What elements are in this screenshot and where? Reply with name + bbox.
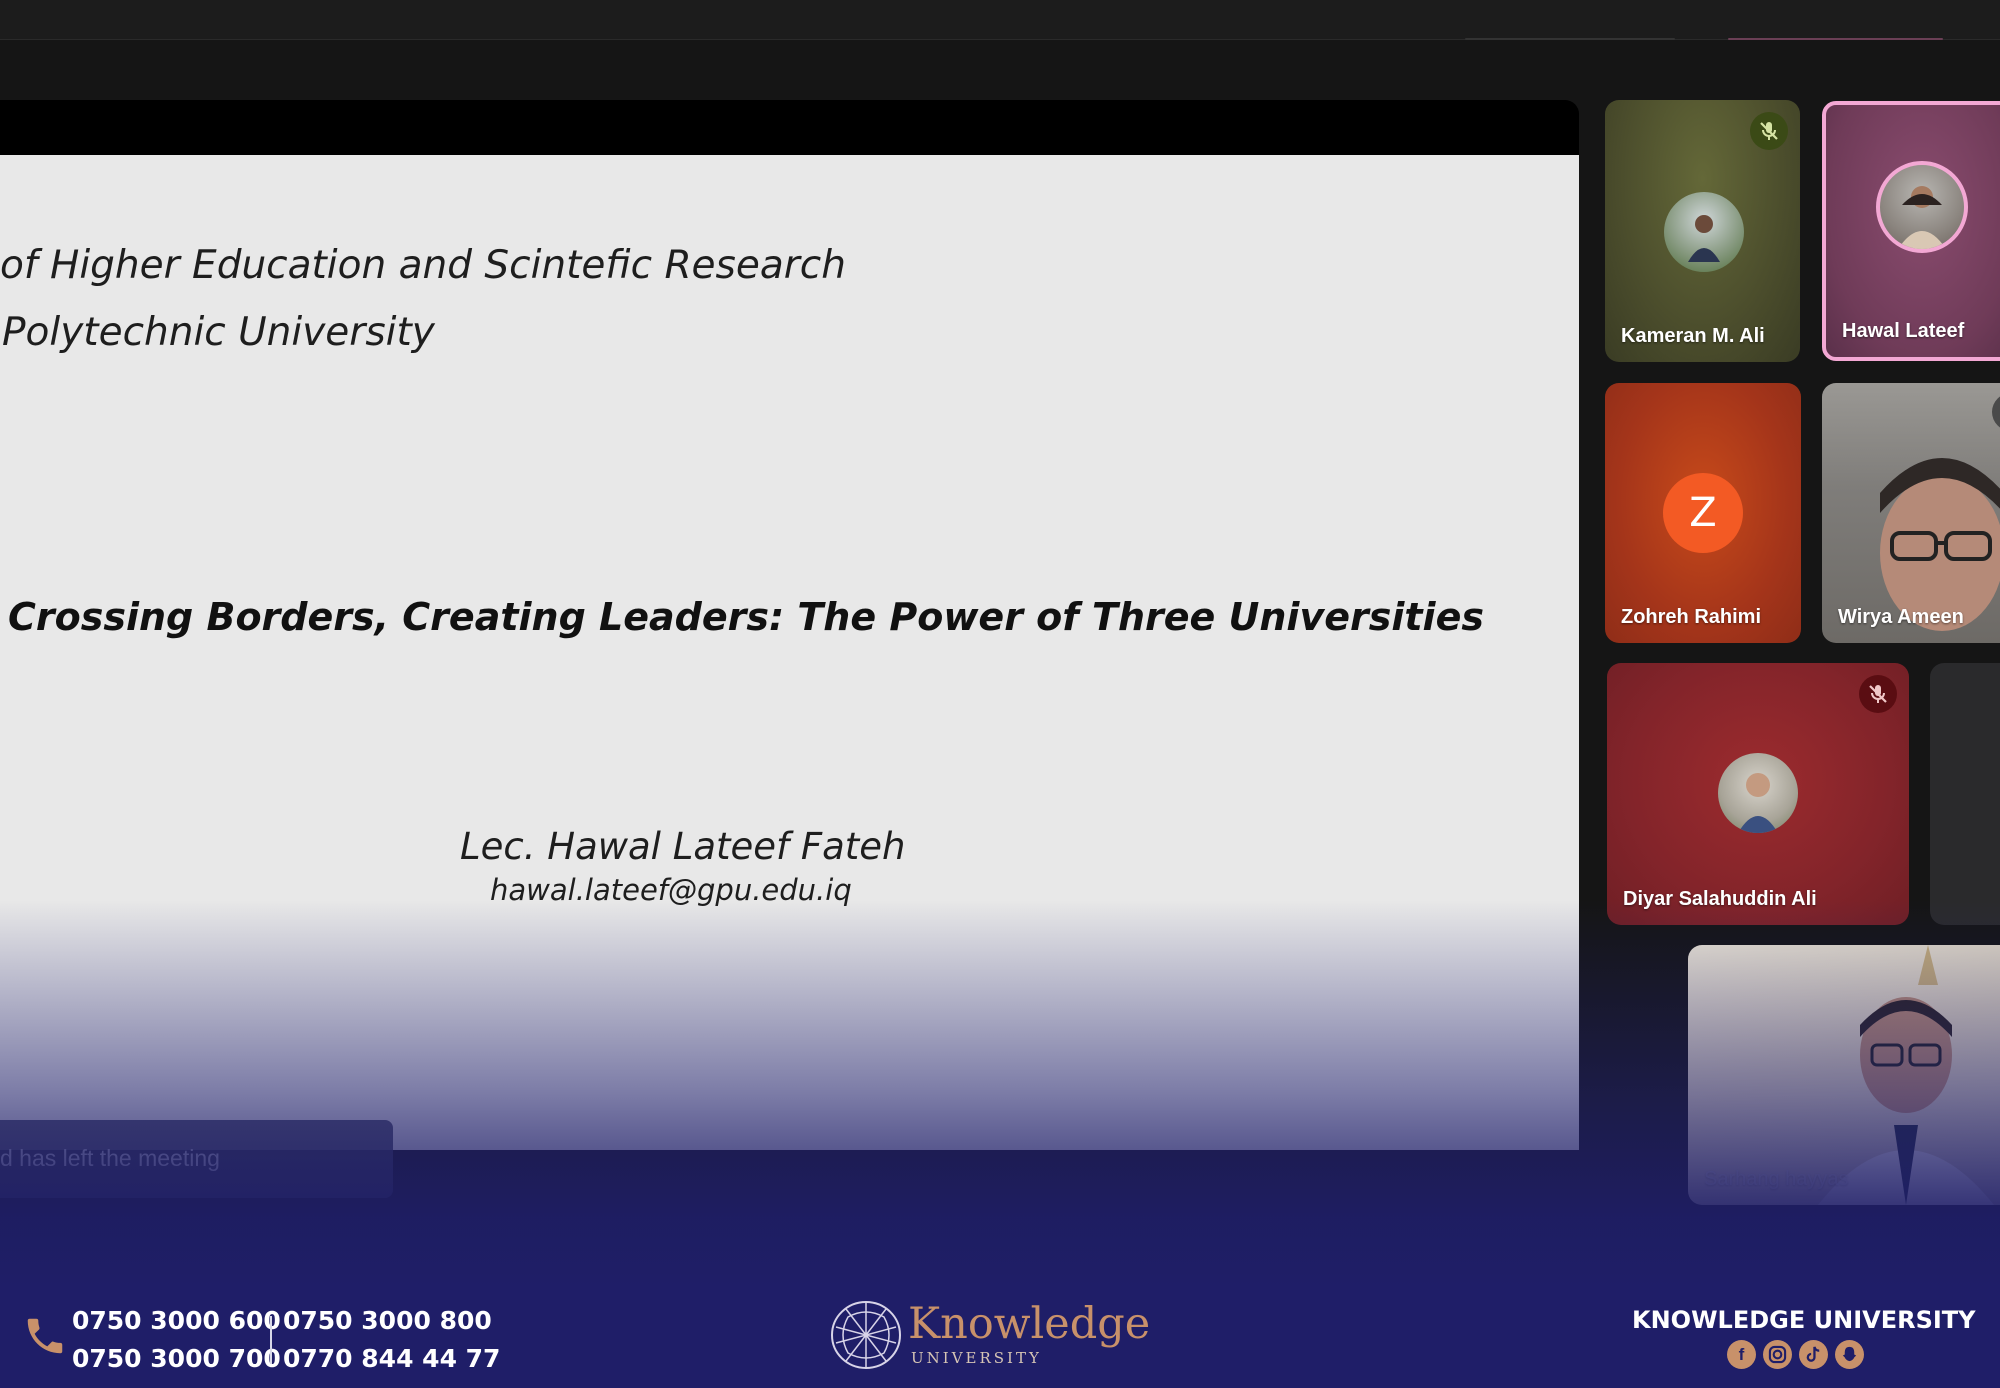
avatar [1718, 753, 1798, 833]
toast-text: d has left the meeting [0, 1145, 220, 1171]
avatar: Z [1663, 473, 1743, 553]
muted-mic-icon [1859, 675, 1897, 713]
camera-feed [1880, 458, 2000, 631]
participant-name: Zohreh Rahimi [1621, 606, 1762, 628]
facebook-icon[interactable]: f [1727, 1340, 1756, 1369]
slide-title: Crossing Borders, Creating Leaders: The … [8, 595, 1484, 639]
instagram-icon[interactable] [1763, 1340, 1792, 1369]
participant-tile-wirya[interactable]: Wirya Ameen [1822, 383, 2000, 643]
phone-divider [270, 1316, 272, 1364]
brain-logo-icon [831, 1301, 901, 1369]
slide-university-line: Polytechnic University [2, 310, 435, 355]
organization-name: KNOWLEDGE UNIVERSITY [1632, 1306, 1976, 1334]
participant-name: Wirya Ameen [1838, 606, 1964, 628]
tiktok-icon[interactable] [1799, 1340, 1828, 1369]
presentation-slide: of Higher Education and Scintefic Resear… [0, 155, 1579, 1150]
phone-number: 0770 844 44 77 [283, 1344, 501, 1373]
shared-screen: of Higher Education and Scintefic Resear… [0, 100, 1579, 1150]
muted-mic-icon [1750, 112, 1788, 150]
knowledge-university-logo: Knowledge UNIVERSITY [828, 1297, 1150, 1377]
phone-number: 0750 3000 800 [283, 1306, 492, 1335]
snapchat-icon[interactable] [1835, 1340, 1864, 1369]
top-bar [0, 0, 2000, 40]
participant-name: Hawal Lateef [1842, 320, 1965, 342]
logo-subtitle: UNIVERSITY [911, 1349, 1042, 1367]
avatar-initial: Z [1689, 490, 1717, 536]
slide-lecturer: Lec. Hawal Lateef Fateh [460, 825, 906, 868]
top-bar-indicator [1465, 38, 1675, 40]
meeting-screenshot: of Higher Education and Scintefic Resear… [0, 0, 2000, 1388]
participant-name: Diyar Salahuddin Ali [1623, 888, 1817, 910]
participant-tile-hidden[interactable] [1930, 663, 2000, 925]
meeting-notification-toast: d has left the meeting [0, 1120, 393, 1198]
slide-ministry-line: of Higher Education and Scintefic Resear… [0, 243, 846, 288]
participant-tile-hawal[interactable]: Hawal Lateef [1822, 101, 2000, 361]
top-bar-indicator-active [1728, 38, 1943, 40]
participant-name: Sarhang hayyas [1704, 1168, 1849, 1190]
phone-number: 0750 3000 600 [72, 1306, 281, 1335]
participant-name: Kameran M. Ali [1621, 325, 1765, 347]
avatar [1664, 192, 1744, 272]
logo-wordmark: Knowledge [908, 1299, 1151, 1349]
slide-email: hawal.lateef@gpu.edu.iq [490, 873, 852, 907]
avatar [1876, 161, 1968, 253]
phone-icon [27, 1318, 63, 1354]
participant-tile-sarhang[interactable]: Sarhang hayyas [1688, 945, 2000, 1205]
participant-tile-diyar[interactable]: Diyar Salahuddin Ali [1607, 663, 1909, 925]
participant-tile-zohreh[interactable]: Z Zohreh Rahimi [1605, 383, 1801, 643]
participant-tile-kameran[interactable]: Kameran M. Ali [1605, 100, 1800, 362]
camera-feed [1818, 945, 1994, 1205]
phone-number: 0750 3000 700 [72, 1344, 281, 1373]
